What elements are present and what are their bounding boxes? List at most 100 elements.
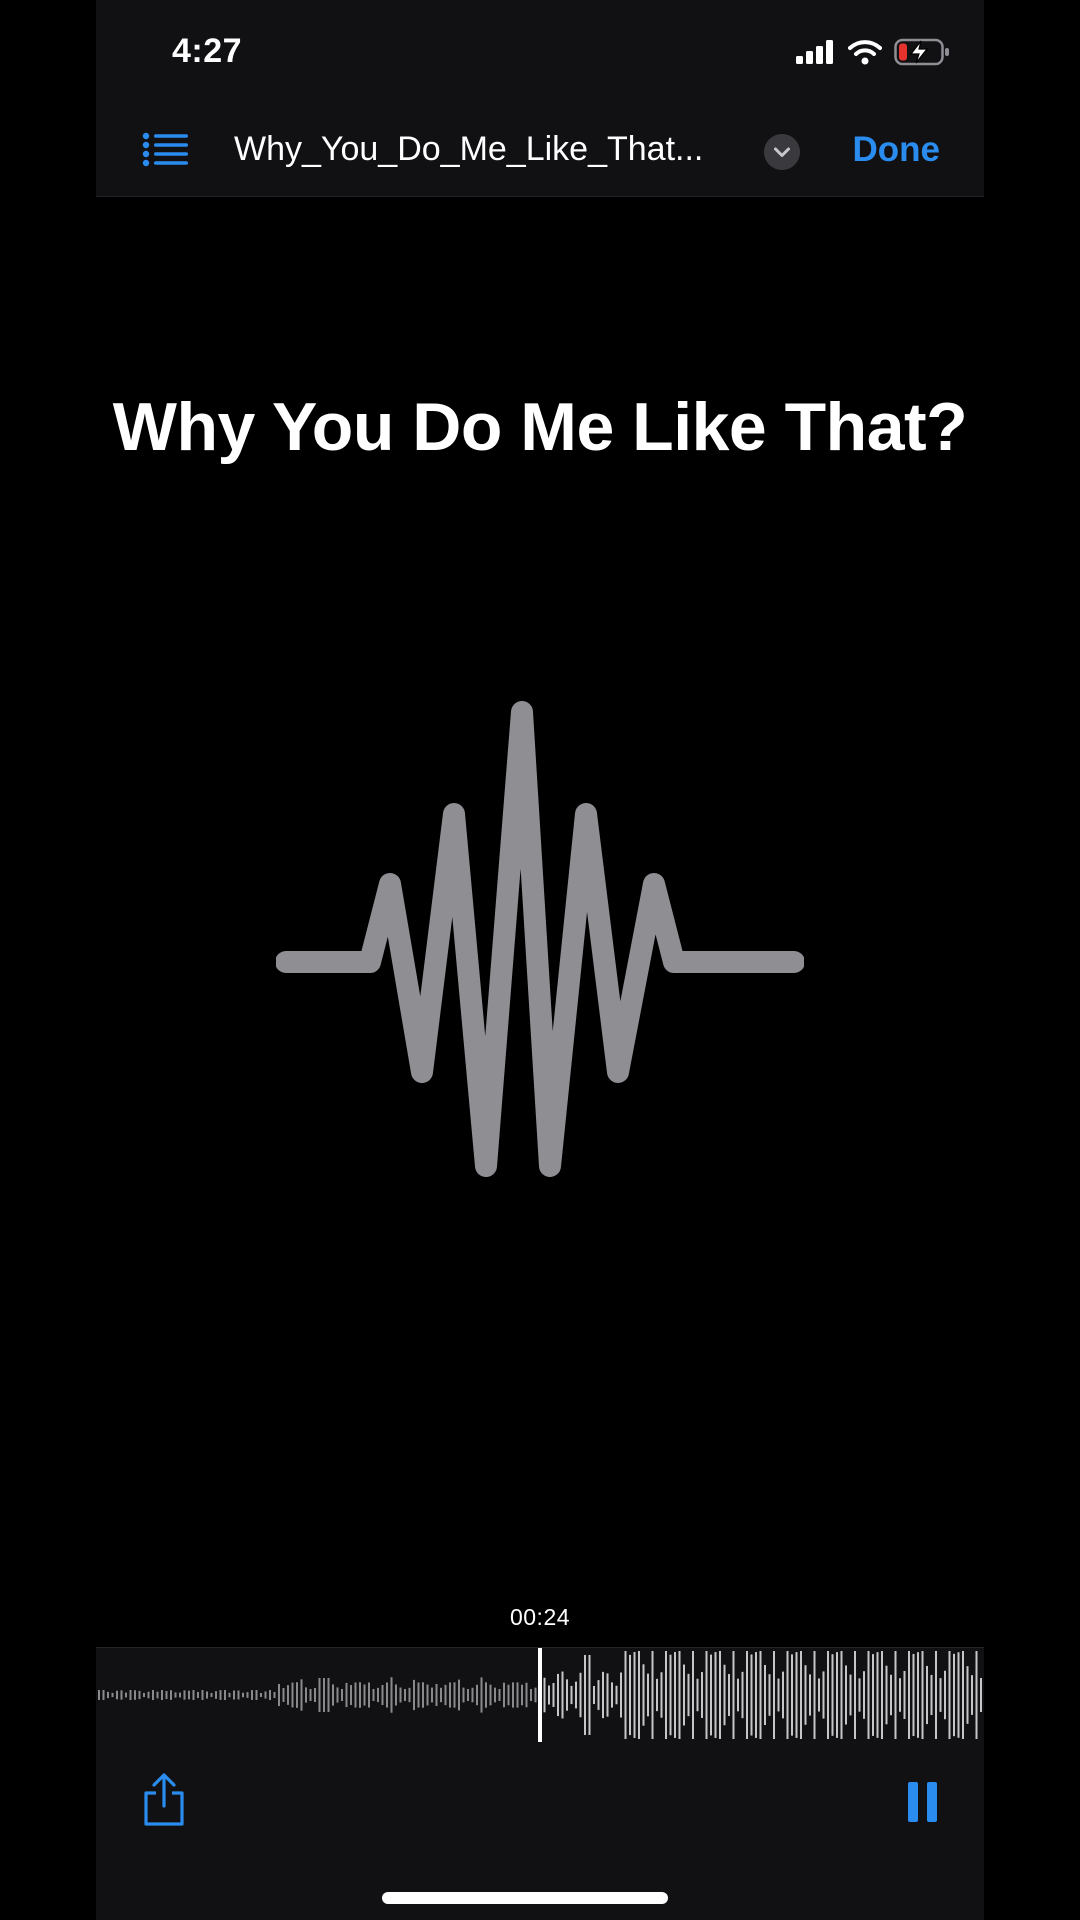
scrubber-bar xyxy=(471,1687,474,1703)
scrubber-bar xyxy=(548,1685,550,1705)
scrubber-bar xyxy=(111,1692,114,1698)
scrubber-bar xyxy=(962,1651,964,1739)
scrubber-bar xyxy=(570,1685,573,1705)
scrubber-bar xyxy=(422,1682,424,1708)
file-name-title[interactable]: Why_You_Do_Me_Like_That... xyxy=(234,130,844,169)
scrubber-bar xyxy=(719,1651,721,1739)
scrubber-bar xyxy=(926,1665,928,1725)
scrubber-bar xyxy=(246,1692,249,1698)
scrubber-bar xyxy=(876,1652,879,1738)
scrubber-bar xyxy=(98,1690,100,1700)
scrubber-bar xyxy=(611,1682,613,1708)
scrubber-bar xyxy=(309,1688,312,1702)
scrubber-bar xyxy=(120,1690,123,1700)
scrubber-bar xyxy=(939,1678,942,1712)
scrubber-bar xyxy=(116,1690,118,1700)
scrubber-bar xyxy=(921,1651,924,1739)
scrubber-bar xyxy=(381,1684,384,1706)
scrubber-bar xyxy=(953,1653,955,1737)
scrubber-bar xyxy=(795,1652,798,1738)
scrubber-bar xyxy=(831,1654,834,1736)
scrubber-bar xyxy=(458,1679,460,1711)
scrubber-bar xyxy=(845,1665,847,1725)
scrubber-bar xyxy=(269,1690,271,1700)
scrubber-bar xyxy=(683,1664,685,1726)
status-time: 4:27 xyxy=(172,32,243,70)
scrubber-bar xyxy=(314,1687,316,1703)
scrubber-bar xyxy=(417,1682,420,1708)
scrubber-bar xyxy=(552,1683,555,1707)
scrubber-bar xyxy=(368,1682,370,1708)
scrubber-bar xyxy=(854,1651,856,1739)
scrubber-bar xyxy=(273,1691,276,1699)
scrubber-bar xyxy=(746,1651,748,1739)
home-indicator xyxy=(382,1892,668,1904)
scrubber-bar xyxy=(462,1687,465,1703)
scrubber-bar xyxy=(354,1682,357,1708)
scrubber-bar xyxy=(264,1691,267,1699)
list-icon[interactable] xyxy=(142,132,190,168)
waveform-scrubber[interactable] xyxy=(96,1647,984,1743)
scrubber-bar xyxy=(233,1690,235,1700)
scrubber-bar xyxy=(885,1665,888,1725)
done-button[interactable]: Done xyxy=(853,130,941,170)
scrubber-bar xyxy=(908,1651,910,1739)
scrubber-bar xyxy=(557,1673,559,1717)
scrubber-bar xyxy=(903,1670,906,1720)
scrubber-bar xyxy=(260,1692,262,1698)
scrubber-bar xyxy=(584,1655,586,1735)
scrubber-bar xyxy=(669,1654,672,1736)
scrubber-bar xyxy=(872,1654,874,1736)
scrubber-bar xyxy=(678,1651,681,1739)
scrubber-bar xyxy=(242,1692,244,1698)
scrubber-bar xyxy=(282,1688,285,1702)
scrubber-bar xyxy=(530,1688,532,1702)
pause-icon[interactable] xyxy=(908,1782,938,1822)
current-time: 00:24 xyxy=(509,1604,571,1630)
scrubber-bar xyxy=(579,1672,582,1718)
scrubber-bar xyxy=(647,1673,649,1717)
chevron-down-icon[interactable] xyxy=(764,134,800,170)
scrubber-bar xyxy=(395,1684,397,1706)
scrubber-bar xyxy=(359,1682,361,1708)
scrubber-bar xyxy=(674,1652,676,1738)
scrubber-bar xyxy=(597,1680,600,1710)
scrubber-bar xyxy=(521,1684,523,1706)
scrubber-bar xyxy=(588,1655,591,1735)
scrubber-bar xyxy=(147,1691,150,1699)
scrubber-bar xyxy=(255,1690,258,1700)
scrubber-bar xyxy=(638,1651,640,1739)
scrubber-bar xyxy=(516,1682,519,1708)
scrubber-bar xyxy=(867,1651,870,1739)
scrubber-bar xyxy=(822,1671,825,1719)
status-bar: 4:27 xyxy=(96,0,984,104)
scrubber-bar xyxy=(696,1678,699,1712)
scrubber-bar xyxy=(773,1651,775,1739)
scrubber-bar xyxy=(107,1691,109,1699)
share-icon[interactable] xyxy=(140,1772,188,1828)
scrubber-bar xyxy=(912,1653,915,1737)
playhead[interactable] xyxy=(538,1648,542,1742)
scrubber-bar xyxy=(620,1672,622,1718)
scrubber-bar xyxy=(224,1690,226,1700)
scrubber-bar xyxy=(710,1654,712,1736)
scrubber-bar xyxy=(782,1671,784,1719)
scrubber-bar xyxy=(975,1651,978,1739)
waveform-icon xyxy=(276,701,804,1177)
scrubber-bar xyxy=(512,1682,514,1708)
scrubber-bar xyxy=(345,1682,348,1708)
scrubber-bar xyxy=(534,1687,537,1703)
scrubber-bar xyxy=(215,1691,217,1699)
scrubber-bar xyxy=(575,1681,577,1709)
scrubber-bar xyxy=(129,1690,132,1700)
scrubber-waveform[interactable] xyxy=(96,1648,984,1742)
scrubber-bar xyxy=(836,1652,838,1738)
scrubber-bar xyxy=(566,1679,568,1711)
scrubber-bar xyxy=(764,1664,766,1726)
scrubber-bar xyxy=(917,1652,919,1738)
scrubber-bar xyxy=(863,1671,865,1719)
scrubber-bar xyxy=(291,1682,294,1708)
scrubber-bar xyxy=(219,1690,222,1700)
scrubber-bar xyxy=(525,1682,528,1708)
scrubber-bar xyxy=(489,1684,492,1706)
